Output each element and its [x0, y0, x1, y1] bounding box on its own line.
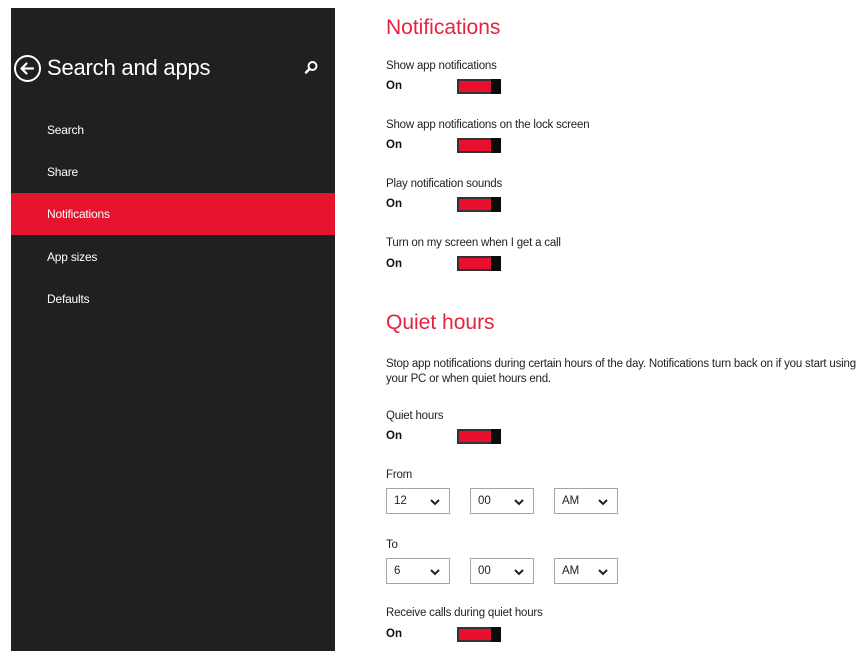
setting-label: Quiet hours	[386, 410, 444, 422]
sidebar-item-label: Notifications	[47, 207, 110, 221]
select-value: 00	[478, 495, 491, 507]
sidebar-item-label: Search	[47, 123, 84, 137]
sidebar-item-share[interactable]: Share	[11, 151, 335, 193]
select-value: AM	[562, 565, 580, 577]
toggle-lock-screen-notifications[interactable]	[457, 138, 501, 153]
sidebar-item-label: Defaults	[47, 292, 90, 306]
search-icon	[304, 61, 318, 74]
sidebar-item-app-sizes[interactable]: App sizes	[11, 236, 335, 278]
sidebar-item-defaults[interactable]: Defaults	[11, 278, 335, 320]
sidebar: Search and apps Search Share Notificatio…	[11, 8, 335, 651]
back-arrow-icon	[14, 55, 41, 82]
toggle-state: On	[386, 628, 402, 640]
chevron-down-icon	[598, 569, 608, 576]
setting-label: Show app notifications on the lock scree…	[386, 119, 590, 131]
to-ampm-select[interactable]: AM	[554, 558, 618, 584]
select-value: 12	[394, 495, 407, 507]
toggle-state: On	[386, 258, 402, 270]
select-value: 6	[394, 565, 401, 577]
from-hour-select[interactable]: 12	[386, 488, 450, 514]
setting-label: Receive calls during quiet hours	[386, 607, 543, 619]
back-button[interactable]	[13, 54, 42, 83]
toggle-show-app-notifications[interactable]	[457, 79, 501, 94]
quiet-hours-description: Stop app notifications during certain ho…	[386, 358, 856, 385]
to-minute-select[interactable]: 00	[470, 558, 534, 584]
page-title: Search and apps	[47, 55, 211, 80]
toggle-quiet-hours[interactable]	[457, 429, 501, 444]
toggle-state: On	[386, 198, 402, 210]
toggle-notification-sounds[interactable]	[457, 197, 501, 212]
main-content: Notifications Show app notifications On …	[385, 0, 865, 651]
select-value: 00	[478, 565, 491, 577]
chevron-down-icon	[514, 569, 524, 576]
search-button[interactable]	[301, 58, 321, 78]
from-label: From	[386, 469, 413, 481]
chevron-down-icon	[598, 499, 608, 506]
setting-label: Turn on my screen when I get a call	[386, 237, 561, 249]
sidebar-item-label: App sizes	[47, 250, 98, 264]
from-ampm-select[interactable]: AM	[554, 488, 618, 514]
chevron-down-icon	[430, 499, 440, 506]
setting-label: Show app notifications	[386, 60, 497, 72]
toggle-state: On	[386, 80, 402, 92]
chevron-down-icon	[514, 499, 524, 506]
select-value: AM	[562, 495, 580, 507]
from-minute-select[interactable]: 00	[470, 488, 534, 514]
to-label: To	[386, 539, 398, 551]
sidebar-header: Search and apps	[11, 52, 335, 86]
sidebar-item-search[interactable]: Search	[11, 109, 335, 151]
toggle-receive-calls[interactable]	[457, 627, 501, 642]
toggle-screen-on-call[interactable]	[457, 256, 501, 271]
section-title-quiet-hours: Quiet hours	[386, 311, 495, 334]
toggle-state: On	[386, 139, 402, 151]
to-hour-select[interactable]: 6	[386, 558, 450, 584]
sidebar-item-label: Share	[47, 165, 79, 179]
chevron-down-icon	[430, 569, 440, 576]
setting-label: Play notification sounds	[386, 178, 503, 190]
sidebar-item-notifications[interactable]: Notifications	[11, 193, 335, 235]
section-title-notifications: Notifications	[386, 16, 501, 39]
toggle-state: On	[386, 430, 402, 442]
